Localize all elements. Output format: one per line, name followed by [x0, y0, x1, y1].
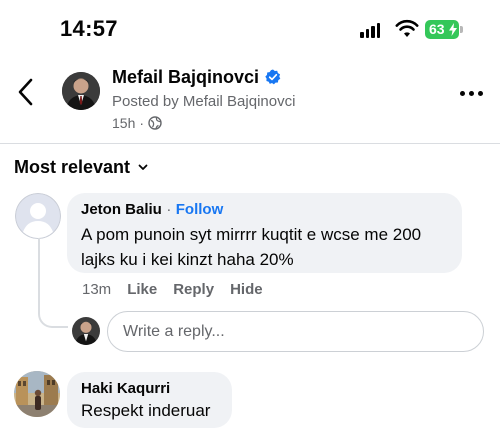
header-divider [0, 143, 500, 144]
comment-actions: 13m Like Reply Hide [82, 281, 263, 298]
like-button[interactable]: Like [127, 281, 157, 298]
comment-header: Jeton Baliu · Follow [81, 201, 448, 219]
verified-badge-icon [265, 69, 281, 85]
commenter-avatar-default[interactable] [15, 193, 61, 239]
signal-icon [360, 22, 382, 38]
author-name-text[interactable]: Mefail Bajqinovci [112, 67, 259, 87]
posted-by: Posted by Mefail Bajqinovci [112, 93, 296, 110]
comment-bubble: Jeton Baliu · Follow A pom punoin syt mi… [67, 193, 462, 273]
post-meta: 15h · [112, 115, 162, 131]
author-avatar[interactable] [62, 72, 100, 110]
name-separator: · [166, 201, 172, 218]
hide-button[interactable]: Hide [230, 281, 263, 298]
more-options-icon[interactable] [460, 90, 484, 98]
wifi-icon [395, 19, 419, 37]
battery-icon: 63 [425, 20, 459, 39]
comment-text: A pom punoin syt mirrrr kuqtit e wcse me… [81, 225, 422, 269]
commenter-avatar-photo[interactable] [14, 371, 60, 417]
user-avatar [72, 317, 100, 345]
globe-icon [148, 116, 162, 130]
post-header: Mefail Bajqinovci Posted by Mefail Bajqi… [0, 60, 500, 142]
battery-level: 63 [429, 21, 445, 37]
commenter-name-2[interactable]: Haki Kaqurri [81, 380, 218, 397]
comment-bubble-2: Haki Kaqurri Respekt inderuar [67, 372, 232, 428]
post-time[interactable]: 15h [112, 115, 135, 131]
comment-time: 13m [82, 281, 112, 298]
back-chevron-icon[interactable] [14, 77, 38, 107]
reply-input[interactable] [107, 311, 484, 352]
charging-bolt-icon [449, 23, 457, 36]
author-name[interactable]: Mefail Bajqinovci [112, 67, 281, 88]
chevron-down-icon [138, 164, 148, 170]
comment-sort-dropdown[interactable]: Most relevant [14, 157, 148, 178]
commenter-name[interactable]: Jeton Baliu [81, 201, 162, 218]
meta-separator: · [139, 115, 145, 131]
follow-button[interactable]: Follow [176, 201, 224, 218]
reply-button[interactable]: Reply [173, 281, 214, 298]
status-time: 14:57 [60, 16, 118, 41]
battery-cap [460, 26, 463, 33]
comment-text-2: Respekt inderuar [81, 401, 211, 420]
reply-thread-line [38, 238, 68, 328]
sort-label[interactable]: Most relevant [14, 157, 130, 178]
status-bar: 14:57 63 [0, 0, 500, 60]
